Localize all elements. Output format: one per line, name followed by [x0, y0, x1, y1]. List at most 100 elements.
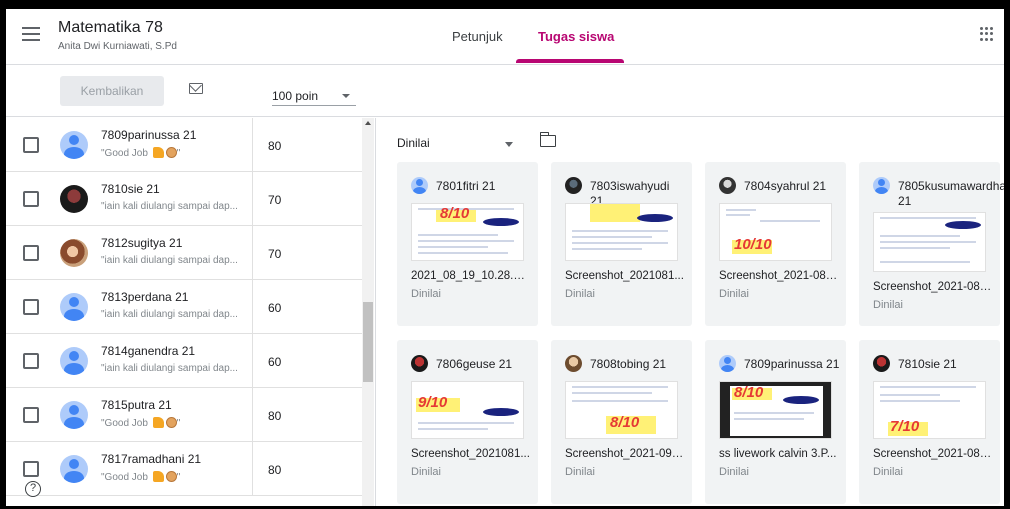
submission-card[interactable]: 7808tobing 21 8/10 Screenshot_2021-09-..…: [551, 340, 692, 504]
student-list[interactable]: 7809parinussa 21 "Good Job " 80 7810sie …: [6, 118, 376, 506]
private-comment: "iain kali diulangi sampai dap...: [101, 255, 238, 266]
student-row[interactable]: 7814ganendra 21 "iain kali diulangi samp…: [6, 334, 362, 388]
avatar: [873, 177, 890, 194]
student-checkbox[interactable]: [23, 245, 39, 261]
card-student-name: 7810sie 21: [898, 357, 957, 371]
active-tab-indicator: [516, 59, 624, 63]
grade-mark: 7/10: [890, 418, 920, 435]
grade-mark: 10/10: [734, 236, 772, 253]
file-name: Screenshot_2021081...: [411, 448, 530, 460]
avatar: [873, 355, 890, 372]
grade-mark: 8/10: [610, 414, 640, 431]
card-student-name: 7804syahrul 21: [744, 179, 827, 193]
submission-card[interactable]: 7804syahrul 21 10/10 Screenshot_2021-08-…: [705, 162, 846, 326]
card-student-name: 7801fitri 21: [436, 179, 496, 193]
private-comment: "Good Job ": [101, 147, 181, 159]
student-row[interactable]: 7809parinussa 21 "Good Job " 80: [6, 118, 362, 172]
submissions-panel: Dinilai 7801fitri 21 8/10 2021_08_19_10.…: [377, 118, 1004, 506]
avatar: [719, 355, 736, 372]
submission-card[interactable]: 7810sie 21 7/10 Screenshot_2021-08-... D…: [859, 340, 1000, 504]
menu-icon[interactable]: [22, 27, 40, 41]
submission-thumbnail[interactable]: 8/10: [565, 381, 678, 439]
help-icon[interactable]: ?: [25, 481, 41, 497]
card-student-name: 7808tobing 21: [590, 357, 667, 371]
submission-card[interactable]: 7805kusumawardhani 21 Screenshot_2021-08…: [859, 162, 1004, 326]
submission-thumbnail[interactable]: 8/10: [411, 203, 524, 261]
submission-status: Dinilai: [411, 466, 441, 478]
student-checkbox[interactable]: [23, 353, 39, 369]
student-name: 7809parinussa 21: [101, 128, 197, 142]
submission-card[interactable]: 7803iswahyudi 21 Screenshot_2021081... D…: [551, 162, 692, 326]
submission-status: Dinilai: [873, 466, 903, 478]
student-name: 7812sugitya 21: [101, 236, 183, 250]
student-score[interactable]: 80: [268, 463, 281, 477]
submission-thumbnail[interactable]: [565, 203, 678, 261]
private-comment: "Good Job ": [101, 471, 181, 483]
return-button[interactable]: Kembalikan: [60, 76, 164, 106]
submission-thumbnail[interactable]: 7/10: [873, 381, 986, 439]
card-student-name: 7809parinussa 21: [744, 357, 840, 371]
student-checkbox[interactable]: [23, 191, 39, 207]
file-name: ss livework calvin 3.P...: [719, 448, 837, 460]
thumbs-up-icon: [152, 471, 164, 482]
file-name: Screenshot_2021-08-...: [719, 270, 839, 282]
submission-card[interactable]: 7801fitri 21 8/10 2021_08_19_10.28.26...…: [397, 162, 538, 326]
classroom-window: Matematika 78 Anita Dwi Kurniawati, S.Pd…: [6, 9, 1004, 506]
student-row[interactable]: 7810sie 21 "iain kali diulangi sampai da…: [6, 172, 362, 226]
avatar: [60, 347, 88, 375]
tab-petunjuk[interactable]: Petunjuk: [452, 29, 503, 44]
student-score[interactable]: 70: [268, 247, 281, 261]
submission-card[interactable]: 7806geuse 21 9/10 Screenshot_2021081... …: [397, 340, 538, 504]
status-filter-dropdown[interactable]: Dinilai: [397, 136, 517, 156]
student-name: 7817ramadhani 21: [101, 452, 202, 466]
student-score[interactable]: 80: [268, 409, 281, 423]
submission-thumbnail[interactable]: 9/10: [411, 381, 524, 439]
file-name: Screenshot_2021-08-...: [873, 281, 993, 293]
student-checkbox[interactable]: [23, 299, 39, 315]
scrollbar-thumb[interactable]: [363, 302, 373, 382]
submission-thumbnail[interactable]: 8/10: [719, 381, 832, 439]
submission-status: Dinilai: [873, 299, 903, 311]
student-score[interactable]: 60: [268, 301, 281, 315]
submission-status: Dinilai: [719, 466, 749, 478]
student-score[interactable]: 80: [268, 139, 281, 153]
scroll-up-icon[interactable]: [365, 121, 371, 125]
submission-thumbnail[interactable]: [873, 212, 986, 272]
email-icon[interactable]: [189, 83, 203, 94]
cookie-icon: [165, 147, 177, 158]
apps-grid-icon[interactable]: [980, 27, 994, 41]
student-row[interactable]: 7815putra 21 "Good Job " 80: [6, 388, 362, 442]
grade-mark: 9/10: [418, 394, 448, 411]
student-row[interactable]: 7817ramadhani 21 "Good Job " 80: [6, 442, 362, 496]
student-checkbox[interactable]: [23, 461, 39, 477]
student-score[interactable]: 60: [268, 355, 281, 369]
points-select[interactable]: 100 poin: [272, 80, 356, 106]
private-comment: "iain kali diulangi sampai dap...: [101, 201, 238, 212]
student-score[interactable]: 70: [268, 193, 281, 207]
app-header: Matematika 78 Anita Dwi Kurniawati, S.Pd…: [6, 9, 1004, 65]
private-comment: "iain kali diulangi sampai dap...: [101, 363, 238, 374]
teacher-name: Anita Dwi Kurniawati, S.Pd: [58, 41, 177, 52]
student-checkbox[interactable]: [23, 137, 39, 153]
points-value: 100 poin: [272, 89, 319, 103]
student-row[interactable]: 7813perdana 21 "iain kali diulangi sampa…: [6, 280, 362, 334]
student-name: 7813perdana 21: [101, 290, 189, 304]
class-title[interactable]: Matematika 78: [58, 19, 163, 37]
grade-mark: 8/10: [440, 205, 470, 222]
student-checkbox[interactable]: [23, 407, 39, 423]
avatar: [565, 177, 582, 194]
submission-card[interactable]: 7809parinussa 21 8/10 ss livework calvin…: [705, 340, 846, 504]
avatar: [60, 185, 88, 213]
avatar: [411, 355, 428, 372]
submission-status: Dinilai: [565, 288, 595, 300]
student-row[interactable]: 7812sugitya 21 "iain kali diulangi sampa…: [6, 226, 362, 280]
tab-tugas-siswa[interactable]: Tugas siswa: [538, 29, 614, 44]
cookie-icon: [165, 471, 177, 482]
submission-thumbnail[interactable]: 10/10: [719, 203, 832, 261]
folder-icon[interactable]: [539, 132, 556, 147]
cookie-icon: [165, 417, 177, 428]
chevron-down-icon[interactable]: [505, 142, 513, 147]
grading-toolbar: Kembalikan 100 poin: [6, 66, 1004, 117]
grade-mark: 8/10: [734, 384, 764, 401]
card-student-name: 7805kusumawardhani 21: [898, 179, 1004, 208]
